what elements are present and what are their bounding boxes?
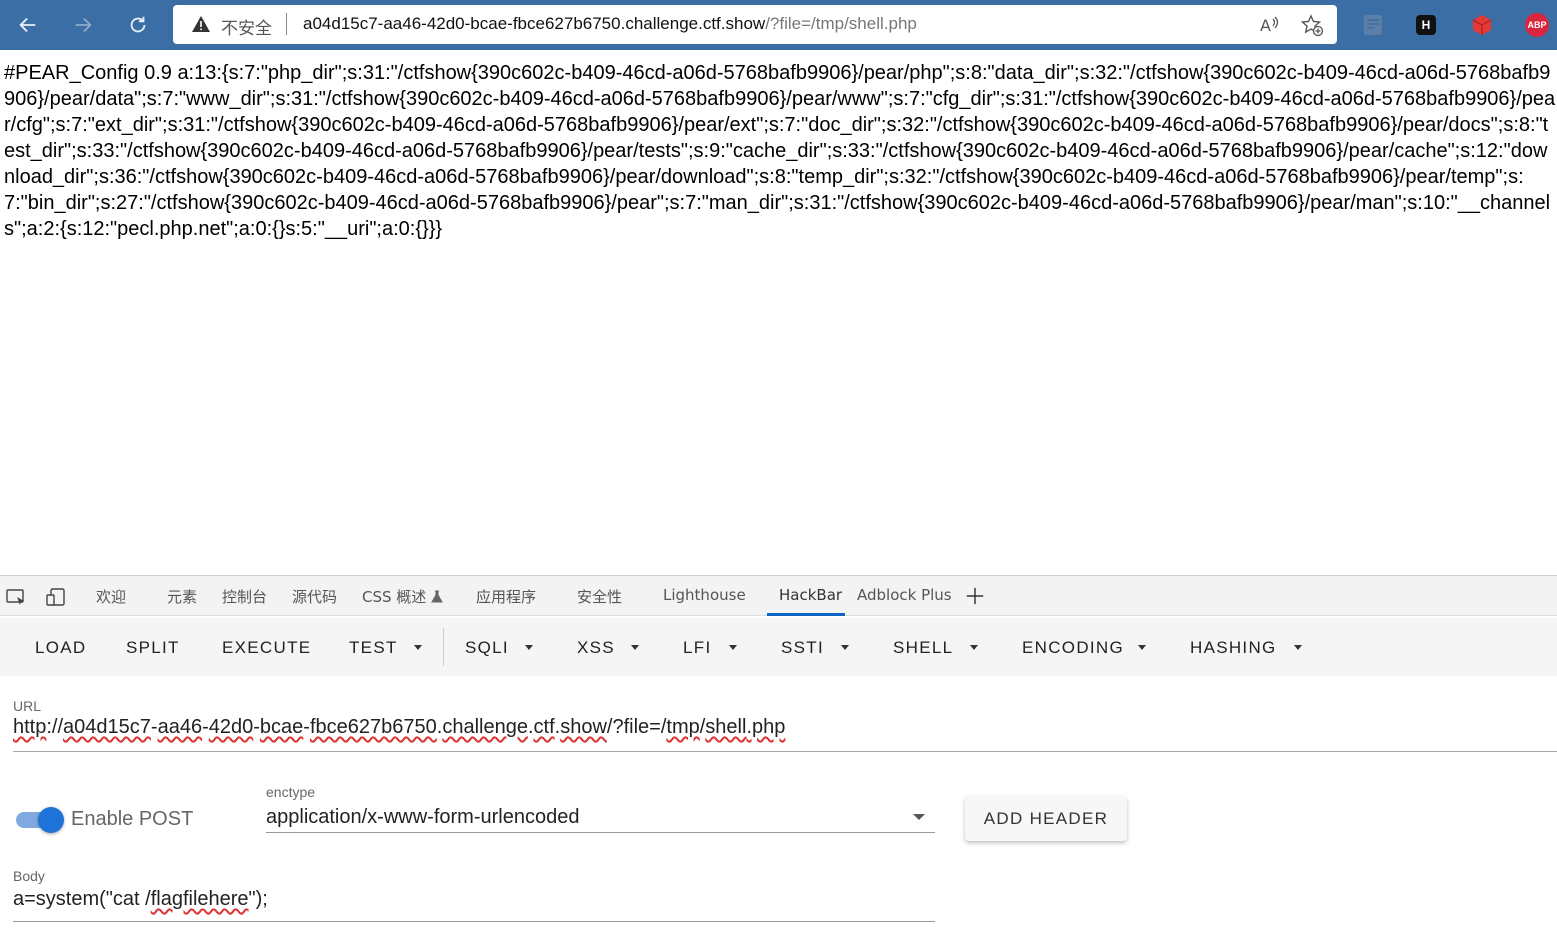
forward-arrow-icon (75, 17, 92, 33)
red-cube-extension-icon[interactable] (1470, 13, 1494, 37)
back-button[interactable] (10, 8, 46, 42)
insecure-label: 不安全 (221, 19, 272, 39)
inspect-element-icon[interactable] (5, 587, 27, 607)
tab-console[interactable]: 控制台 (222, 586, 267, 607)
tab-hackbar[interactable]: HackBar (779, 586, 842, 604)
body-underline (13, 921, 935, 922)
enctype-underline (266, 832, 935, 833)
add-header-button[interactable]: ADD HEADER (965, 796, 1127, 841)
body-label: Body (13, 868, 45, 884)
tab-sources[interactable]: 源代码 (292, 586, 337, 607)
active-tab-indicator (767, 613, 845, 616)
address-url-path: /?file=/tmp/shell.php (765, 14, 917, 33)
hashing-menu-button[interactable]: HASHING (1190, 638, 1277, 658)
lfi-menu-button[interactable]: LFI (683, 638, 711, 658)
address-url-host: a04d15c7-aa46-42d0-bcae-fbce627b6750.cha… (303, 14, 766, 33)
tab-lighthouse[interactable]: Lighthouse (663, 586, 746, 604)
h-extension-icon[interactable]: H (1416, 15, 1436, 35)
warning-icon (192, 16, 210, 32)
sqli-caret-icon (525, 645, 533, 650)
refresh-icon (130, 16, 146, 33)
test-menu-button[interactable]: TEST (349, 638, 398, 658)
url-underline (13, 751, 1557, 752)
enctype-label: enctype (266, 784, 316, 800)
test-caret-icon (414, 645, 422, 650)
enctype-dropdown-icon[interactable] (913, 814, 925, 820)
tab-welcome[interactable]: 欢迎 (96, 586, 126, 607)
body-input[interactable]: a=system("cat /flagfilehere"); (13, 888, 268, 911)
hashing-caret-icon (1294, 645, 1302, 650)
ssti-menu-button[interactable]: SSTI (781, 638, 824, 658)
forward-button[interactable] (65, 8, 101, 42)
ssti-caret-icon (841, 645, 849, 650)
tab-adblock-plus[interactable]: Adblock Plus (857, 586, 952, 604)
execute-button[interactable]: EXECUTE (222, 638, 311, 658)
tab-application[interactable]: 应用程序 (476, 586, 536, 607)
enctype-select[interactable]: application/x-www-form-urlencoded (266, 806, 579, 829)
encoding-caret-icon (1138, 645, 1146, 650)
encoding-menu-button[interactable]: ENCODING (1022, 638, 1124, 658)
toolbar-divider (443, 628, 444, 666)
device-toolbar-icon[interactable] (45, 587, 67, 607)
page-output-text: #PEAR_Config 0.9 a:13:{s:7:"php_dir";s:3… (4, 62, 1556, 240)
address-url: a04d15c7-aa46-42d0-bcae-fbce627b6750.cha… (303, 14, 917, 34)
devtools-panel: 欢迎 元素 控制台 源代码 CSS 概述 应用程序 安全性 Lighthouse… (0, 575, 1557, 947)
read-aloud-icon[interactable]: A (1257, 13, 1281, 37)
enable-post-label: Enable POST (71, 808, 194, 830)
adblock-plus-icon[interactable]: ABP (1525, 13, 1549, 37)
flask-icon (431, 590, 443, 603)
shell-caret-icon (970, 645, 978, 650)
xss-menu-button[interactable]: XSS (577, 638, 615, 658)
browser-toolbar: 不安全 a04d15c7-aa46-42d0-bcae-fbce627b6750… (0, 0, 1557, 50)
url-input[interactable]: http://a04d15c7-aa46-42d0-bcae-fbce627b6… (13, 716, 785, 739)
devtools-tab-bar: 欢迎 元素 控制台 源代码 CSS 概述 应用程序 安全性 Lighthouse… (0, 576, 1557, 616)
lfi-caret-icon (729, 645, 737, 650)
sqli-menu-button[interactable]: SQLI (465, 638, 509, 658)
tab-security[interactable]: 安全性 (577, 586, 622, 607)
tab-css-overview[interactable]: CSS 概述 (362, 586, 443, 607)
hackbar-toolbar: LOAD SPLIT EXECUTE TEST SQLI XSS LFI SST… (0, 618, 1557, 676)
address-separator (286, 13, 287, 35)
url-label: URL (13, 698, 42, 714)
load-button[interactable]: LOAD (35, 638, 87, 658)
enable-post-toggle-knob[interactable] (38, 807, 64, 833)
shell-menu-button[interactable]: SHELL (893, 638, 953, 658)
svg-text:A: A (1260, 16, 1271, 35)
split-button[interactable]: SPLIT (126, 638, 180, 658)
address-bar[interactable]: 不安全 a04d15c7-aa46-42d0-bcae-fbce627b6750… (173, 5, 1337, 44)
extension-icon[interactable] (1361, 13, 1385, 37)
back-arrow-icon (19, 17, 36, 33)
tab-elements[interactable]: 元素 (167, 586, 197, 607)
xss-caret-icon (631, 645, 639, 650)
add-favorite-icon[interactable] (1300, 13, 1324, 37)
refresh-button[interactable] (120, 8, 156, 42)
add-tab-icon[interactable] (964, 586, 986, 606)
